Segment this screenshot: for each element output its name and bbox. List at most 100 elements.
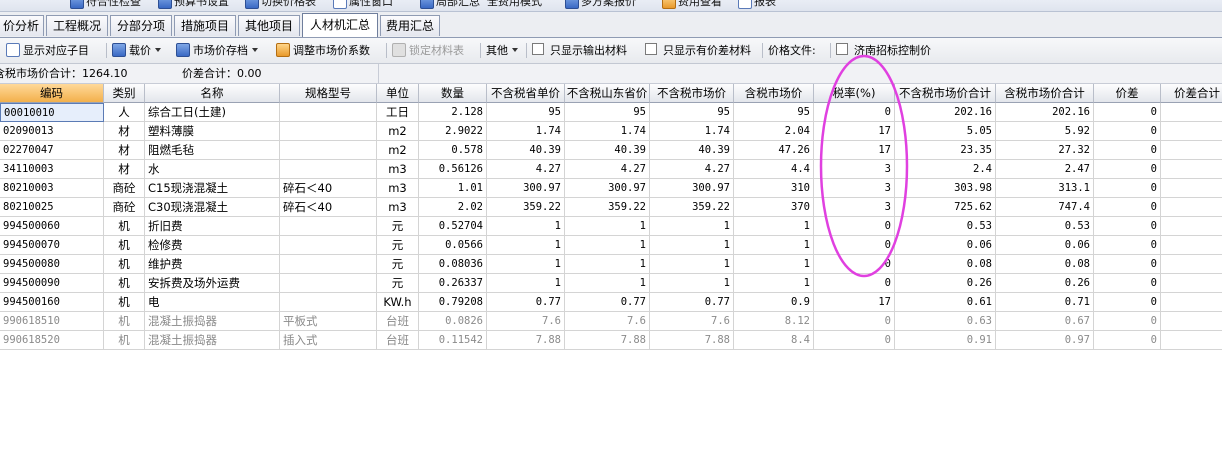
cell-total-inc-tax-market[interactable]: 2.47 [996, 160, 1094, 179]
cell-tax-rate[interactable]: 0 [814, 217, 895, 236]
cell-unit[interactable]: 台班 [377, 312, 419, 331]
table-row[interactable]: 994500090 机安拆费及场外运费元 0.26337 1 1 1 1 0 0.26 0.26 0… [0, 274, 1222, 293]
tb-compliance-check[interactable]: 符合性检查 [70, 0, 141, 9]
tab-division-items[interactable]: 分部分项 [110, 15, 172, 36]
cell-code[interactable]: 994500090 [0, 274, 104, 293]
cell-price-diff-total[interactable]: 0 [1161, 274, 1222, 293]
cell-name[interactable]: 混凝土振捣器 [145, 312, 280, 331]
cell-total-inc-tax-market[interactable]: 0.53 [996, 217, 1094, 236]
cell-unit[interactable]: 元 [377, 217, 419, 236]
cell-price-diff[interactable]: 0 [1094, 236, 1161, 255]
table-row[interactable]: 02090013 材塑料薄膜 m2 2.9022 1.74 1.74 1.74 2.04 17 5… [0, 122, 1222, 141]
cell-total-inc-tax-market[interactable]: 0.71 [996, 293, 1094, 312]
cell-price-diff-total[interactable]: 0 [1161, 255, 1222, 274]
cell-quantity[interactable]: 2.128 [419, 103, 487, 122]
cell-unit[interactable]: 工日 [377, 103, 419, 122]
table-row[interactable]: 994500080机维护费元0.08036111100.080.0800 [0, 255, 1222, 274]
cell-price-ex-tax-province[interactable]: 1 [487, 255, 565, 274]
cell-tax-rate[interactable]: 3 [814, 198, 895, 217]
adjust-coefficient-button[interactable]: 调整市场价系数 [276, 41, 370, 60]
cell-unit[interactable]: 元 [377, 236, 419, 255]
cell-price-diff[interactable]: 0 [1094, 160, 1161, 179]
cell-price-diff-total[interactable]: 0 [1161, 198, 1222, 217]
cell-spec[interactable] [280, 236, 377, 255]
tb-full-cost-mode[interactable]: 全费用模式 [487, 0, 542, 9]
cell-code[interactable]: 994500080 [0, 255, 104, 274]
cell-price-diff[interactable]: 0 [1094, 274, 1161, 293]
chevron-down-icon[interactable] [252, 48, 258, 52]
cell-price-ex-tax-shandong[interactable]: 1.74 [565, 122, 650, 141]
cell-price-inc-tax-market[interactable]: 1 [734, 274, 814, 293]
cell-name[interactable]: 混凝土振捣器 [145, 331, 280, 350]
cell-price-ex-tax-province[interactable]: 300.97 [487, 179, 565, 198]
column-header-unit[interactable]: 单位 [377, 84, 419, 103]
cell-unit[interactable]: 元 [377, 255, 419, 274]
cell-price-ex-tax-province[interactable]: 0.77 [487, 293, 565, 312]
cell-code[interactable]: 990618510 [0, 312, 104, 331]
column-header-spec[interactable]: 规格型号 [280, 84, 377, 103]
cell-price-inc-tax-market[interactable]: 2.04 [734, 122, 814, 141]
table-row[interactable]: 994500060机折旧费元0.52704111100.530.5300 [0, 217, 1222, 236]
cell-price-ex-tax-shandong[interactable]: 300.97 [565, 179, 650, 198]
chevron-down-icon[interactable] [155, 48, 161, 52]
column-header-price-diff[interactable]: 价差 [1094, 84, 1161, 103]
cell-spec[interactable] [280, 141, 377, 160]
cell-price-diff[interactable]: 0 [1094, 198, 1161, 217]
cell-total-inc-tax-market[interactable]: 0.08 [996, 255, 1094, 274]
cell-price-inc-tax-market[interactable]: 1 [734, 217, 814, 236]
cell-unit[interactable]: m3 [377, 198, 419, 217]
cell-total-ex-tax-market[interactable]: 303.98 [895, 179, 996, 198]
cell-quantity[interactable]: 0.578 [419, 141, 487, 160]
cell-tax-rate[interactable]: 17 [814, 122, 895, 141]
checkbox-unchecked-icon[interactable] [532, 43, 544, 55]
cell-price-inc-tax-market[interactable]: 310 [734, 179, 814, 198]
cell-price-ex-tax-market[interactable]: 1.74 [650, 122, 734, 141]
cell-price-diff[interactable]: 0 [1094, 103, 1161, 122]
market-price-archive-button[interactable]: 市场价存档 [176, 41, 258, 60]
tab-project-overview[interactable]: 工程概况 [46, 15, 108, 36]
cell-price-diff[interactable]: 0 [1094, 179, 1161, 198]
cell-code[interactable]: 34110003 [0, 160, 104, 179]
cell-category[interactable]: 机 [104, 293, 145, 312]
cell-price-diff-total[interactable]: 0 [1161, 122, 1222, 141]
cell-price-diff[interactable]: 0 [1094, 331, 1161, 350]
cell-category[interactable]: 机 [104, 312, 145, 331]
column-header-price-diff-total[interactable]: 价差合计 [1161, 84, 1222, 103]
table-row[interactable]: 994500160 机电 KW.h 0.79208 0.77 0.77 0.77 0.9 17 0… [0, 293, 1222, 312]
cell-total-ex-tax-market[interactable]: 0.91 [895, 331, 996, 350]
cell-price-diff-total[interactable]: 0 [1161, 293, 1222, 312]
cell-price-diff-total[interactable]: 0 [1161, 179, 1222, 198]
cell-total-ex-tax-market[interactable]: 0.08 [895, 255, 996, 274]
cell-total-ex-tax-market[interactable]: 23.35 [895, 141, 996, 160]
cell-price-diff-total[interactable]: 0 [1161, 312, 1222, 331]
column-header-price-ex-tax-shandong[interactable]: 不含税山东省价 [565, 84, 650, 103]
cell-price-inc-tax-market[interactable]: 47.26 [734, 141, 814, 160]
cell-price-inc-tax-market[interactable]: 8.4 [734, 331, 814, 350]
cell-spec[interactable] [280, 122, 377, 141]
cell-category[interactable]: 材 [104, 160, 145, 179]
cell-total-ex-tax-market[interactable]: 725.62 [895, 198, 996, 217]
cell-name[interactable]: 安拆费及场外运费 [145, 274, 280, 293]
cell-unit[interactable]: m2 [377, 122, 419, 141]
cell-quantity[interactable]: 0.11542 [419, 331, 487, 350]
cell-total-inc-tax-market[interactable]: 747.4 [996, 198, 1094, 217]
cell-name[interactable]: 水 [145, 160, 280, 179]
cell-price-ex-tax-province[interactable]: 359.22 [487, 198, 565, 217]
only-output-materials-checkbox[interactable]: 只显示输出材料 [532, 41, 627, 60]
cell-total-inc-tax-market[interactable]: 5.92 [996, 122, 1094, 141]
cell-price-inc-tax-market[interactable]: 8.12 [734, 312, 814, 331]
cell-price-inc-tax-market[interactable]: 4.4 [734, 160, 814, 179]
column-header-total-ex-tax-market[interactable]: 不含税市场价合计 [895, 84, 996, 103]
column-header-price-inc-tax-market[interactable]: 含税市场价 [734, 84, 814, 103]
cell-price-ex-tax-market[interactable]: 7.88 [650, 331, 734, 350]
cell-name[interactable]: C15现浇混凝土 [145, 179, 280, 198]
cell-price-ex-tax-market[interactable]: 1 [650, 236, 734, 255]
cell-price-ex-tax-shandong[interactable]: 95 [565, 103, 650, 122]
cell-category[interactable]: 机 [104, 331, 145, 350]
cell-name[interactable]: 折旧费 [145, 217, 280, 236]
cell-quantity[interactable]: 0.26337 [419, 274, 487, 293]
table-row[interactable]: 34110003 材水 m3 0.56126 4.27 4.27 4.27 4.4 3 2.4 2.… [0, 160, 1222, 179]
cell-spec[interactable]: 插入式 [280, 331, 377, 350]
only-price-diff-checkbox[interactable]: 只显示有价差材料 [645, 41, 751, 60]
cell-price-ex-tax-province[interactable]: 95 [487, 103, 565, 122]
